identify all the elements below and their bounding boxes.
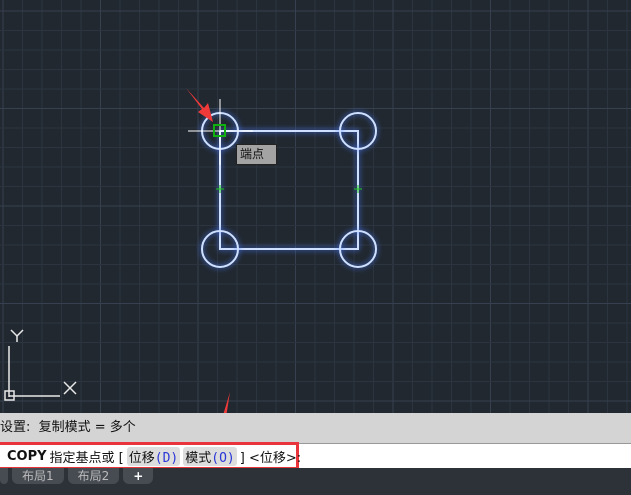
command-prompt[interactable]: COPY 指定基点或 [ 位移(D) 模式(O) ] <位移>:	[7, 447, 301, 466]
command-history: 设置: 复制模式 = 多个	[0, 413, 631, 443]
prompt-text: 指定基点或 [	[49, 451, 124, 466]
red-arrow-icon	[186, 88, 213, 122]
drawing-canvas[interactable]: X Y	[0, 0, 631, 413]
tab-layout2[interactable]: 布局2	[67, 468, 120, 484]
snap-tooltip: 端点	[236, 144, 277, 165]
option-key: (D)	[154, 451, 179, 466]
tab-layout1[interactable]: 布局1	[12, 468, 64, 484]
ucs-icon	[4, 329, 77, 401]
option-key: (O)	[211, 451, 235, 466]
prompt-suffix: ] <位移>:	[239, 451, 302, 466]
add-layout-button[interactable]: +	[123, 468, 154, 484]
rectangle-drawing[interactable]	[201, 112, 377, 268]
option-displacement[interactable]: 位移(D)	[126, 447, 181, 466]
option-label: 位移	[128, 451, 155, 466]
option-mode[interactable]: 模式(O)	[183, 447, 237, 466]
red-arrow-icon	[223, 392, 230, 413]
option-label: 模式	[185, 451, 212, 466]
tab-model[interactable]	[0, 468, 8, 484]
layout-tabs: 布局1 布局2 +	[0, 468, 631, 495]
command-name: COPY	[7, 449, 47, 464]
